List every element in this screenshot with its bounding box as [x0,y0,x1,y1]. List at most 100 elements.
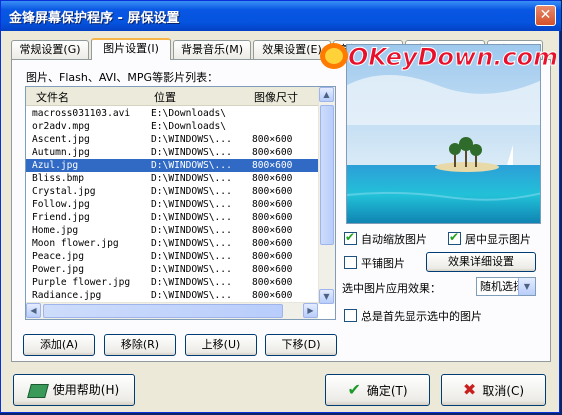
list-item[interactable]: Home.jpg D:\WINDOWS\... 800×600 [26,224,318,237]
list-cell-path: D:\WINDOWS\... [151,225,232,236]
list-cell-name: Home.jpg [32,225,79,236]
list-item[interactable]: Ascent.jpg D:\WINDOWS\... 800×600 [26,133,318,146]
tab-images[interactable]: 图片设置(I) [91,38,171,60]
title-bar[interactable]: 金锋屏幕保护程序 - 屏保设置 ✕ [1,1,561,31]
ok-button[interactable]: ✔ 确定(T) [325,374,430,406]
list-cell-name: Follow.jpg [32,199,90,210]
scroll-thumb[interactable] [320,105,334,245]
list-cell-name: Azul.jpg [32,160,79,171]
move-down-button[interactable]: 下移(D) [265,334,337,356]
tab-music[interactable]: 背景音乐(M) [173,40,251,59]
scroll-left-icon[interactable]: ◀ [26,303,41,318]
scroll-up-icon[interactable]: ▲ [319,87,334,102]
col-size[interactable]: 图像尺寸 [254,89,298,105]
list-cell-size: 800×600 [252,251,293,262]
list-item[interactable]: or2adv.mpg E:\Downloads\ [26,120,318,133]
cancel-x-icon: ✖ [462,380,477,399]
list-item[interactable]: Power.jpg D:\WINDOWS\... 800×600 [26,263,318,276]
chevron-down-icon[interactable]: ▼ [518,278,535,295]
list-cell-name: or2adv.mpg [32,121,90,132]
auto-zoom-label[interactable]: 自动缩放图片 [361,231,427,247]
list-cell-name: Power.jpg [32,264,84,275]
list-item[interactable]: Bliss.bmp D:\WINDOWS\... 800×600 [26,172,318,185]
list-cell-size: 800×600 [252,147,293,158]
move-up-button[interactable]: 上移(U) [185,334,257,356]
checkmark-icon: ✔ [449,230,460,244]
list-cell-path: D:\WINDOWS\... [151,199,232,210]
list-cell-size: 800×600 [252,134,293,145]
list-cell-path: E:\Downloads\ [151,108,227,119]
col-filename[interactable]: 文件名 [36,89,69,105]
list-cell-name: Moon flower.jpg [32,238,119,249]
cancel-button[interactable]: ✖ 取消(C) [441,374,546,406]
checkmark-icon: ✔ [347,380,361,399]
list-cell-name: Peace.jpg [32,251,84,262]
list-cell-name: Ascent.jpg [32,134,90,145]
center-image-label[interactable]: 居中显示图片 [465,231,531,247]
help-button[interactable]: 使用帮助(H) [13,374,135,406]
list-cell-size: 800×600 [252,199,293,210]
list-item[interactable]: Friend.jpg D:\WINDOWS\... 800×600 [26,211,318,224]
list-item[interactable]: Follow.jpg D:\WINDOWS\... 800×600 [26,198,318,211]
list-item[interactable]: Autumn.jpg D:\WINDOWS\... 800×600 [26,146,318,159]
effect-select[interactable]: 随机选择 ▼ [476,277,536,296]
tile-checkbox[interactable] [344,256,357,269]
dialog-window: 金锋屏幕保护程序 - 屏保设置 ✕ 常规设置(G) 图片设置(I) 背景音乐(M… [0,0,561,413]
list-cell-size: 800×600 [252,277,293,288]
vertical-scrollbar[interactable]: ▲ ▼ [318,87,335,304]
list-cell-path: D:\WINDOWS\... [151,251,232,262]
scroll-down-icon[interactable]: ▼ [319,289,334,304]
watermark-logo: OKeyDown.com [316,39,559,73]
ok-button-label: 确定(T) [366,384,408,398]
list-cell-path: D:\WINDOWS\... [151,238,232,249]
list-caption: 图片、Flash、AVI、MPG等影片列表： [26,71,219,84]
list-item[interactable]: Crystal.jpg D:\WINDOWS\... 800×600 [26,185,318,198]
list-cell-size: 800×600 [252,290,293,301]
scroll-right-icon[interactable]: ▶ [303,303,318,318]
list-cell-name: Radiance.jpg [32,290,102,301]
checkmark-icon: ✔ [345,230,356,244]
list-cell-name: Purple flower.jpg [32,277,131,288]
list-cell-path: D:\WINDOWS\... [151,160,232,171]
list-item[interactable]: Azul.jpg D:\WINDOWS\... 800×600 [26,159,318,172]
list-item[interactable]: Moon flower.jpg D:\WINDOWS\... 800×600 [26,237,318,250]
effect-label: 选中图片应用效果： [342,282,441,295]
close-button[interactable]: ✕ [535,5,556,26]
list-cell-size: 800×600 [252,238,293,249]
list-cell-name: Friend.jpg [32,212,90,223]
list-cell-name: Crystal.jpg [32,186,96,197]
list-cell-name: macross031103.avi [32,108,131,119]
show-selected-first-checkbox[interactable] [344,309,357,322]
list-cell-name: Autumn.jpg [32,147,90,158]
list-item[interactable]: Peace.jpg D:\WINDOWS\... 800×600 [26,250,318,263]
hscroll-thumb[interactable] [43,304,283,318]
auto-zoom-checkbox[interactable]: ✔ [344,230,357,245]
remove-button[interactable]: 移除(R) [104,334,176,356]
list-item[interactable]: Radiance.jpg D:\WINDOWS\... 800×600 [26,289,318,302]
tile-label[interactable]: 平铺图片 [361,255,405,271]
list-cell-path: D:\WINDOWS\... [151,290,232,301]
list-cell-path: E:\Downloads\ [151,121,227,132]
help-button-label: 使用帮助(H) [52,383,120,397]
list-cell-size: 800×600 [252,160,293,171]
list-header: 文件名 位置 图像尺寸 [26,87,318,106]
list-cell-path: D:\WINDOWS\... [151,277,232,288]
add-button[interactable]: 添加(A) [23,334,95,356]
tab-general[interactable]: 常规设置(G) [11,40,89,59]
list-item[interactable]: macross031103.avi E:\Downloads\ [26,107,318,120]
horizontal-scrollbar[interactable]: ◀ ▶ [26,302,318,319]
show-selected-first-label[interactable]: 总是首先显示选中的图片 [361,308,482,324]
help-book-icon [26,383,49,398]
list-cell-path: D:\WINDOWS\... [151,173,232,184]
list-cell-path: D:\WINDOWS\... [151,186,232,197]
list-cell-size: 800×600 [252,173,293,184]
image-list[interactable]: 文件名 位置 图像尺寸 macross031103.avi E:\Download… [25,86,336,320]
center-image-checkbox[interactable]: ✔ [448,230,461,245]
cancel-button-label: 取消(C) [482,384,525,398]
col-location[interactable]: 位置 [154,89,176,105]
list-cell-path: D:\WINDOWS\... [151,147,232,158]
effect-detail-button[interactable]: 效果详细设置 [426,252,536,272]
list-cell-size: 800×600 [252,264,293,275]
list-item[interactable]: Purple flower.jpg D:\WINDOWS\... 800×600 [26,276,318,289]
list-cell-size: 800×600 [252,225,293,236]
